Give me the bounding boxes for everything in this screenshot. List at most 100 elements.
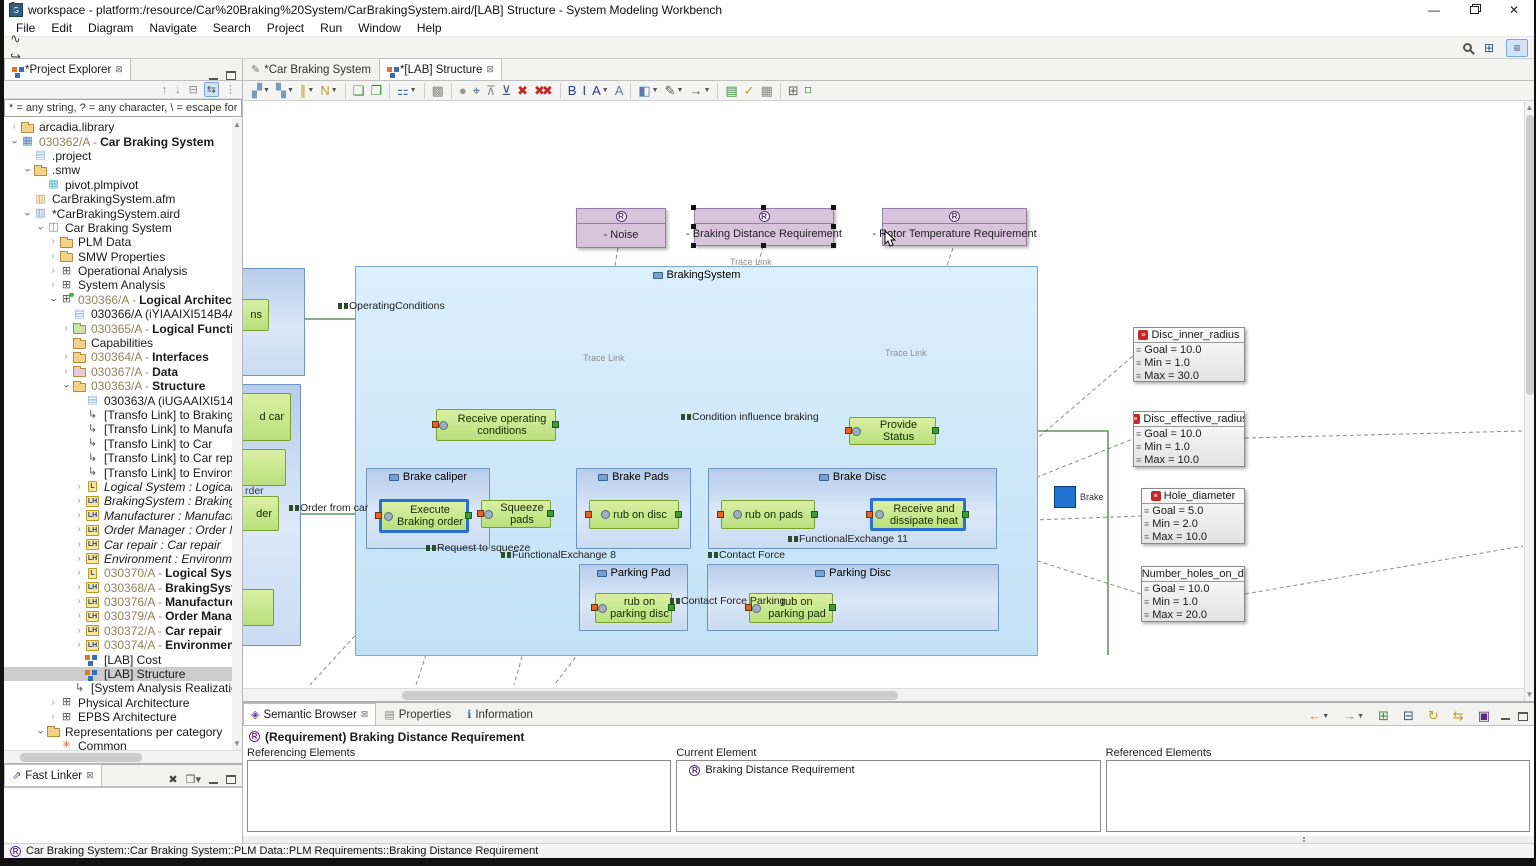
function-squeeze-pads[interactable]: Squeeze pads bbox=[481, 500, 551, 528]
tree-item-car-repair[interactable]: ›LH030372/A - Car repair bbox=[4, 624, 232, 638]
canvas-hscrollbar[interactable] bbox=[243, 688, 1524, 701]
tab-properties[interactable]: ▤Properties bbox=[376, 703, 459, 725]
tree-item-carbrakingsystem-aird[interactable]: ›▥*CarBrakingSystem.aird bbox=[4, 206, 232, 220]
function-rub-on-disc[interactable]: rub on disc bbox=[589, 500, 679, 529]
bp-tree-view-button[interactable]: ⊞ bbox=[1376, 707, 1391, 725]
scrollbar-thumb[interactable] bbox=[20, 753, 142, 762]
tree-item-system-analysis-realization-to-s[interactable]: ↳[System Analysis Realization] to S bbox=[4, 681, 232, 695]
expanded-arrow-icon[interactable]: › bbox=[8, 136, 20, 148]
function-stub[interactable] bbox=[243, 589, 274, 626]
input-port[interactable] bbox=[845, 427, 852, 434]
tree-item-carbrakingsystem-afm[interactable]: ▥CarBrakingSystem.afm bbox=[4, 192, 232, 206]
dg-export-diagram-button[interactable]: ❐ bbox=[368, 83, 384, 99]
collapsed-arrow-icon[interactable]: › bbox=[8, 121, 20, 133]
output-port[interactable] bbox=[962, 511, 969, 518]
dg-italic-button[interactable]: I bbox=[580, 83, 588, 99]
collapsed-arrow-icon[interactable]: › bbox=[73, 567, 85, 579]
expanded-arrow-icon[interactable]: › bbox=[34, 222, 46, 234]
function-stub[interactable]: d car bbox=[243, 393, 291, 441]
maximize-icon[interactable] bbox=[226, 71, 236, 80]
close-button[interactable]: ✕ bbox=[1494, 0, 1534, 20]
collapsed-arrow-icon[interactable]: › bbox=[73, 481, 85, 493]
link-with-editor-button[interactable]: ⇆ bbox=[204, 82, 219, 97]
collapsed-arrow-icon[interactable]: › bbox=[73, 524, 85, 536]
tree-item-order-manager[interactable]: ›LH030379/A - Order Manager bbox=[4, 609, 232, 623]
selection-handle[interactable] bbox=[761, 205, 766, 210]
tree-item-capabilities[interactable]: Capabilities bbox=[4, 336, 232, 350]
refresh-button[interactable]: ↻ bbox=[8, 0, 33, 16]
tree-item-transfo-link-to-manufacturer[interactable]: ↳[Transfo Link] to Manufacturer bbox=[4, 422, 232, 436]
tree-item-transfo-link-to-brakingsystem[interactable]: ↳[Transfo Link] to BrakingSystem bbox=[4, 408, 232, 422]
input-port[interactable] bbox=[717, 511, 724, 518]
dg-delete-from-diagram-button[interactable]: ✖ bbox=[515, 83, 530, 99]
list-item[interactable]: RBraking Distance Requirement bbox=[689, 764, 1099, 776]
restore-button[interactable] bbox=[1454, 0, 1494, 20]
input-port[interactable] bbox=[375, 512, 382, 519]
tree-item-interfaces[interactable]: ›030364/A - Interfaces bbox=[4, 350, 232, 364]
selection-handle[interactable] bbox=[831, 243, 836, 248]
minimize-button[interactable]: — bbox=[1414, 0, 1454, 20]
tree-item-030366-a-iyiaaixi514b4a[interactable]: ▤030366/A (iYIAAIXI514B4A) bbox=[4, 307, 232, 321]
collapsed-arrow-icon[interactable]: › bbox=[60, 351, 72, 363]
tree-item-transfo-link-to-car[interactable]: ↳[Transfo Link] to Car bbox=[4, 437, 232, 451]
close-icon[interactable]: ⊠ bbox=[486, 64, 494, 75]
value-box-disc-effective-radius[interactable]: ≡Disc_effective_radius≡Goal = 10.0≡Min =… bbox=[1133, 411, 1245, 467]
dg-show-label-button[interactable]: ⊻ bbox=[500, 83, 514, 99]
tree-item-car-repair-car-repair[interactable]: ›LHCar repair : Car repair bbox=[4, 537, 232, 551]
tree-item-manufacturer[interactable]: ›LH030376/A - Manufacturer bbox=[4, 595, 232, 609]
value-box-disc-inner-radius[interactable]: ≡Disc_inner_radius≡Goal = 10.0≡Min = 1.0… bbox=[1133, 327, 1245, 382]
minimize-icon[interactable] bbox=[1501, 712, 1510, 720]
bp-back-button[interactable]: ←▼ bbox=[1306, 707, 1331, 725]
close-icon[interactable]: ⊠ bbox=[115, 64, 123, 75]
collapsed-arrow-icon[interactable]: › bbox=[73, 639, 85, 651]
tree-item-lab-cost[interactable]: [LAB] Cost bbox=[4, 652, 232, 666]
function-rub-on-parking-disc[interactable]: rub on parking disc bbox=[595, 593, 672, 623]
tree-item-pivot-plmpivot[interactable]: ▦pivot.plmpivot bbox=[4, 178, 232, 192]
collapsed-arrow-icon[interactable]: › bbox=[73, 510, 85, 522]
expand-down-button[interactable]: ↓ bbox=[173, 84, 183, 96]
tree-item-logical-system-logical-system[interactable]: ›LLogical System : Logical System bbox=[4, 480, 232, 494]
tree-item-030363-a-iugaaixi514b4a[interactable]: ▤030363/A (iUGAAIXI514B4A) bbox=[4, 393, 232, 407]
value-box-number-holes-on-disc[interactable]: ≡Number_holes_on_disc≡Goal = 10.0≡Min = … bbox=[1141, 566, 1245, 622]
requirement-braking-distance-requirement[interactable]: R- Braking Distance Requirement bbox=[694, 208, 834, 246]
tree-item-data[interactable]: ›030367/A - Data bbox=[4, 365, 232, 379]
search-icon[interactable] bbox=[1463, 43, 1472, 52]
tree-item-brakingsystem-brakingsystem[interactable]: ›LHBrakingSystem : BrakingSystem bbox=[4, 494, 232, 508]
dg-line-color-button[interactable]: ✎▼ bbox=[663, 83, 686, 99]
dg-select-all-button[interactable]: ⊞ bbox=[786, 83, 801, 99]
collapsed-arrow-icon[interactable]: › bbox=[47, 279, 59, 291]
collapsed-arrow-icon[interactable]: › bbox=[73, 610, 85, 622]
collapsed-arrow-icon[interactable]: › bbox=[73, 495, 85, 507]
tree-item-transfo-link-to-environement[interactable]: ↳[Transfo Link] to Environement bbox=[4, 465, 232, 479]
tree-item-system-analysis[interactable]: ›⊞System Analysis bbox=[4, 278, 232, 292]
bp-link-selection-button[interactable]: ⇆ bbox=[1451, 707, 1466, 725]
function-stub[interactable] bbox=[243, 449, 286, 486]
close-icon[interactable]: ⊠ bbox=[86, 770, 94, 781]
tree-item-car-braking-system[interactable]: ›▦030362/A - Car Braking System bbox=[4, 134, 232, 148]
expanded-arrow-icon[interactable]: › bbox=[60, 380, 72, 392]
function-stub[interactable]: der bbox=[243, 496, 279, 531]
menu-edit[interactable]: Edit bbox=[43, 21, 80, 35]
tree-item-physical-architecture[interactable]: ›⊞Physical Architecture bbox=[4, 696, 232, 710]
tree-item-common[interactable]: ✳Common bbox=[4, 739, 232, 750]
column-content[interactable]: RBraking Distance Requirement bbox=[676, 760, 1100, 832]
tree-item-order-manager-order-manager[interactable]: ›LHOrder Manager : Order Manager bbox=[4, 523, 232, 537]
minimize-icon[interactable] bbox=[209, 776, 218, 784]
collapsed-arrow-icon[interactable]: › bbox=[47, 697, 59, 709]
tab-information[interactable]: ℹInformation bbox=[459, 703, 541, 725]
tree-item-car-braking-system[interactable]: ›◫Car Braking System bbox=[4, 221, 232, 235]
function-receive-operating-conditions[interactable]: Receive operating conditions bbox=[436, 409, 556, 441]
input-port[interactable] bbox=[477, 510, 484, 517]
collapsed-arrow-icon[interactable]: › bbox=[47, 251, 59, 263]
close-icon[interactable]: ⊠ bbox=[361, 709, 369, 720]
function-rub-on-pads[interactable]: rub on pads bbox=[721, 500, 815, 529]
collapsed-arrow-icon[interactable]: › bbox=[60, 366, 72, 378]
dg-copy-appearance-button[interactable]: ▩ bbox=[430, 83, 446, 99]
collapsed-arrow-icon[interactable]: › bbox=[47, 236, 59, 248]
output-port[interactable] bbox=[829, 604, 836, 611]
menu-window[interactable]: Window bbox=[350, 21, 409, 35]
tree-item-lab-structure[interactable]: [LAB] Structure bbox=[4, 667, 232, 681]
tree-item-environment[interactable]: ›LH030374/A - Environment bbox=[4, 638, 232, 652]
brake-link-legend[interactable] bbox=[1054, 486, 1076, 508]
dg-line-style-button[interactable]: →▼ bbox=[687, 83, 712, 99]
